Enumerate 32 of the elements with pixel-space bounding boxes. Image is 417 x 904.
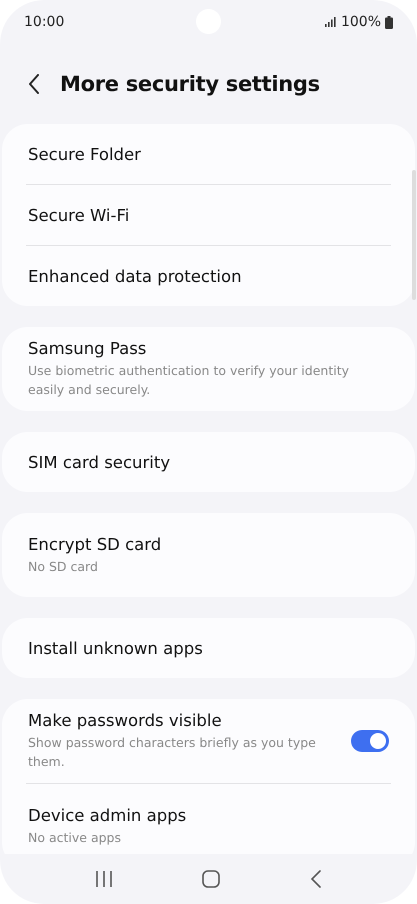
item-title: Device admin apps <box>28 806 188 824</box>
settings-item[interactable]: Encrypt SD card No SD card <box>2 513 415 597</box>
item-title: Samsung Pass <box>28 339 148 358</box>
item-title: Enhanced data protection <box>28 266 243 286</box>
signal-icon <box>324 17 337 27</box>
settings-item[interactable]: SIM card security <box>2 432 415 492</box>
settings-item[interactable]: Device admin apps No active apps <box>2 784 415 854</box>
item-title: Install unknown apps <box>28 638 204 658</box>
item-title: SIM card security <box>28 452 172 472</box>
item-subtitle: No SD card <box>28 558 99 576</box>
item-subtitle: Show password characters briefly as you type them. <box>28 734 317 771</box>
page-title: More security settings <box>60 72 320 96</box>
battery-percent: 100% <box>340 14 381 30</box>
item-subtitle: Use biometric authentication to verify your identity easily and securely. <box>28 362 350 399</box>
settings-item[interactable]: Enhanced data protection <box>2 246 415 306</box>
settings-item[interactable]: Make passwords visible Show password characters briefly as you type them. <box>2 699 415 783</box>
settings-item[interactable]: Secure Folder <box>2 124 415 184</box>
settings-item[interactable]: Install unknown apps <box>2 618 415 678</box>
item-title: Encrypt SD card <box>28 534 162 554</box>
back-icon[interactable] <box>28 74 40 94</box>
battery-icon <box>385 16 393 28</box>
item-subtitle: No active apps <box>28 828 122 846</box>
settings-item[interactable]: Samsung Pass Use biometric authentication to verify your identity easily and securely. <box>2 327 415 411</box>
back-icon[interactable] <box>310 870 322 888</box>
home-icon[interactable] <box>202 870 220 888</box>
recent-apps-icon[interactable] <box>94 870 113 888</box>
item-title: Secure Wi-Fi <box>28 206 130 224</box>
item-title: Make passwords visible <box>28 711 223 730</box>
status-time: 10:00 <box>24 14 64 30</box>
item-title: Secure Folder <box>28 144 142 164</box>
settings-item[interactable]: Secure Wi-Fi <box>2 185 415 245</box>
toggle-switch[interactable] <box>351 730 389 752</box>
